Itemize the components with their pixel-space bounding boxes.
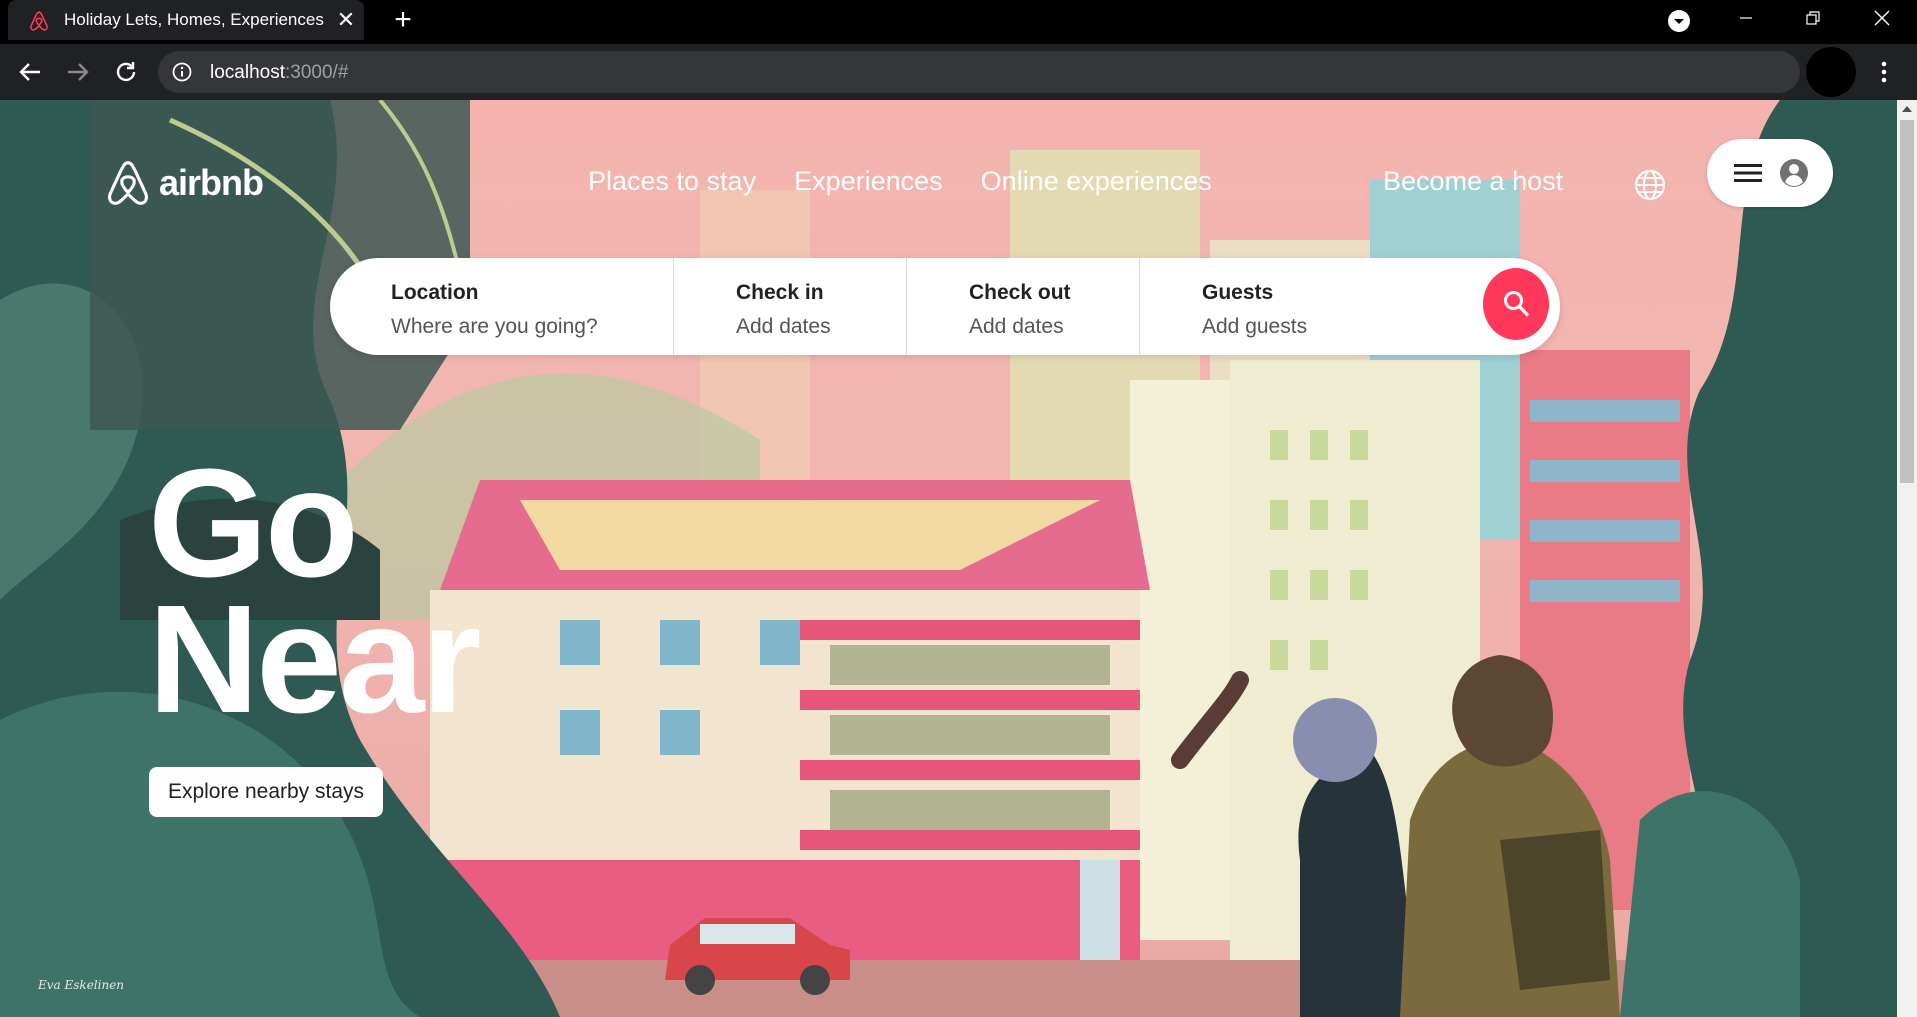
airbnb-logo[interactable]: airbnb	[103, 158, 264, 208]
artist-signature: Eva Eskelinen	[38, 978, 125, 992]
user-menu-button[interactable]	[1707, 139, 1833, 207]
kebab-menu-icon[interactable]	[1872, 58, 1896, 86]
check-in-value[interactable]: Add dates	[736, 315, 956, 339]
profile-avatar[interactable]	[1806, 47, 1856, 97]
explore-nearby-stays-button[interactable]: Explore nearby stays	[149, 767, 383, 817]
forward-arrow-icon[interactable]	[62, 56, 94, 88]
back-arrow-icon[interactable]	[14, 56, 46, 88]
airbnb-logo-icon	[108, 161, 148, 205]
airbnb-favicon-icon	[30, 11, 48, 31]
check-out-value[interactable]: Add dates	[969, 315, 1189, 339]
location-label: Location	[391, 281, 479, 304]
url-path: :3000/#	[285, 62, 349, 83]
minimize-icon[interactable]	[1716, 0, 1776, 38]
hero-title: Go Near	[148, 437, 481, 745]
info-icon[interactable]	[172, 62, 192, 82]
page-viewport: airbnb Places to stay Experiences Online…	[0, 100, 1897, 1017]
search-icon	[1504, 291, 1529, 317]
hero-title-line-2: Near	[148, 573, 481, 745]
check-in-label: Check in	[736, 281, 824, 304]
nav-places-to-stay[interactable]: Places to stay	[588, 166, 756, 197]
main-nav: Places to stay Experiences Online experi…	[588, 166, 1212, 197]
url-text[interactable]: localhost:3000/#	[210, 62, 348, 84]
become-a-host-link[interactable]: Become a host	[1383, 166, 1563, 197]
globe-icon[interactable]	[1633, 168, 1667, 202]
search-divider	[906, 258, 907, 355]
hero-title-line-1: Go	[148, 437, 359, 609]
window-close-icon[interactable]	[1852, 0, 1912, 38]
scroll-up-arrow-icon[interactable]	[1902, 106, 1912, 112]
profile-dropdown-icon[interactable]	[1667, 9, 1691, 33]
menu-icon	[1734, 164, 1762, 182]
tab-close-button[interactable]: ✕	[334, 8, 358, 32]
guests-field[interactable]: Guests Add guests	[1202, 258, 1452, 355]
check-in-field[interactable]: Check in Add dates	[736, 258, 956, 355]
browser-tab-strip: Holiday Lets, Homes, Experiences ✕ +	[0, 0, 1917, 44]
new-tab-button[interactable]: +	[388, 5, 418, 36]
nav-online-experiences[interactable]: Online experiences	[981, 166, 1212, 197]
url-host: localhost	[210, 62, 285, 83]
search-divider	[673, 258, 674, 355]
nav-experiences[interactable]: Experiences	[794, 166, 943, 197]
check-out-field[interactable]: Check out Add dates	[969, 258, 1189, 355]
scroll-thumb[interactable]	[1900, 120, 1914, 483]
reload-icon[interactable]	[110, 56, 142, 88]
account-icon	[1780, 159, 1808, 187]
logo-wordmark: airbnb	[159, 162, 264, 203]
check-out-label: Check out	[969, 281, 1071, 304]
page-scrollbar[interactable]	[1897, 100, 1917, 1017]
address-bar[interactable]: localhost:3000/#	[158, 51, 1800, 93]
location-placeholder[interactable]: Where are you going?	[391, 315, 671, 339]
guests-label: Guests	[1202, 281, 1274, 304]
search-divider	[1139, 258, 1140, 355]
browser-toolbar: localhost:3000/#	[0, 44, 1917, 100]
tab-title: Holiday Lets, Homes, Experiences	[64, 10, 324, 29]
guests-value[interactable]: Add guests	[1202, 315, 1452, 339]
search-bar: Location Where are you going? Check in A…	[330, 258, 1560, 355]
restore-icon[interactable]	[1783, 0, 1843, 38]
browser-tab[interactable]: Holiday Lets, Homes, Experiences ✕	[8, 0, 364, 40]
search-button[interactable]	[1483, 268, 1549, 340]
location-field[interactable]: Location Where are you going?	[391, 258, 671, 355]
